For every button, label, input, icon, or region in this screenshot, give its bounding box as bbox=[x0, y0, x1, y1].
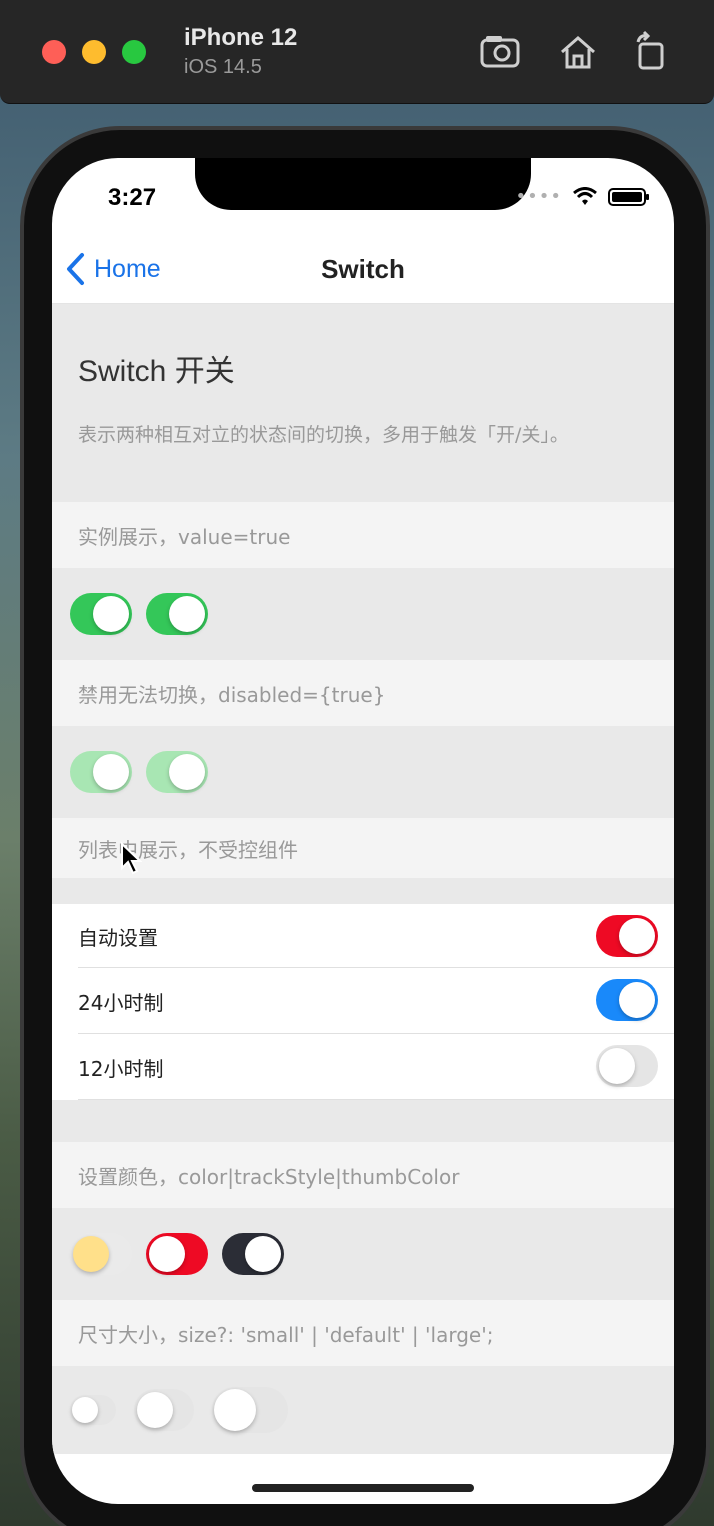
navigation-bar: Home Switch bbox=[52, 238, 674, 304]
switch-basic-2[interactable] bbox=[146, 593, 208, 635]
simulator-device-name: iPhone 12 bbox=[184, 24, 298, 51]
hero-title: Switch 开关 bbox=[78, 355, 235, 388]
switch-size-default[interactable] bbox=[134, 1389, 194, 1431]
rotate-icon[interactable] bbox=[630, 30, 674, 74]
simulator-os-version: iOS 14.5 bbox=[184, 56, 262, 78]
section-label-basic: 实例展示，value=true bbox=[52, 502, 674, 568]
home-icon[interactable] bbox=[556, 30, 600, 74]
switch-24-hour[interactable] bbox=[596, 979, 658, 1021]
signal-icon: •••• bbox=[515, 186, 562, 207]
list-item: 24小时制 bbox=[52, 968, 674, 1034]
demo-row-size bbox=[52, 1366, 674, 1454]
zoom-window-button[interactable] bbox=[122, 40, 146, 64]
list-item-label: 12小时制 bbox=[78, 1056, 164, 1081]
section-label-list: 列表中展示，不受控组件 bbox=[52, 818, 674, 878]
screenshot-icon[interactable] bbox=[478, 30, 522, 74]
section-label-disabled: 禁用无法切换，disabled={true} bbox=[52, 660, 674, 726]
section-label-size: 尺寸大小，size?: 'small' | 'default' | 'large… bbox=[52, 1300, 674, 1366]
section-label-color: 设置颜色，color|trackStyle|thumbColor bbox=[52, 1142, 674, 1208]
close-window-button[interactable] bbox=[42, 40, 66, 64]
notch bbox=[195, 158, 531, 210]
list-bottom-spacer bbox=[52, 1100, 674, 1142]
switch-size-small[interactable] bbox=[70, 1395, 116, 1425]
switch-12-hour[interactable] bbox=[596, 1045, 658, 1087]
switch-disabled-2 bbox=[146, 751, 208, 793]
switch-color-yellow[interactable] bbox=[70, 1233, 132, 1275]
list-spacer bbox=[52, 878, 674, 904]
switch-auto-setting[interactable] bbox=[596, 915, 658, 957]
minimize-window-button[interactable] bbox=[82, 40, 106, 64]
switch-size-large[interactable] bbox=[212, 1387, 288, 1433]
hero-section: Switch 开关 表示两种相互对立的状态间的切换，多用于触发「开/关」。 bbox=[52, 304, 674, 502]
demo-row-disabled bbox=[52, 726, 674, 818]
switch-basic-1[interactable] bbox=[70, 593, 132, 635]
mouse-cursor-icon bbox=[121, 842, 142, 875]
demo-row-basic bbox=[52, 568, 674, 660]
status-indicators: •••• bbox=[515, 186, 649, 207]
list-item-label: 自动设置 bbox=[78, 925, 158, 950]
wifi-icon bbox=[573, 186, 597, 205]
hero-description: 表示两种相互对立的状态间的切换，多用于触发「开/关」。 bbox=[78, 424, 569, 446]
list-item: 自动设置 bbox=[52, 904, 674, 968]
phone-screen: 3:27 •••• Home Switch Switch 开关 表示两种相互对立… bbox=[52, 158, 674, 1504]
settings-list: 自动设置 24小时制 12小时制 bbox=[52, 904, 674, 1100]
home-indicator[interactable] bbox=[252, 1484, 474, 1492]
demo-row-color bbox=[52, 1208, 674, 1300]
switch-color-dark[interactable] bbox=[222, 1233, 284, 1275]
simulator-title-bar: iPhone 12 iOS 14.5 bbox=[0, 0, 714, 104]
list-item-label: 24小时制 bbox=[78, 990, 164, 1015]
list-item: 12小时制 bbox=[52, 1034, 674, 1100]
page-title: Switch bbox=[321, 254, 405, 284]
battery-icon bbox=[608, 187, 649, 206]
switch-disabled-1 bbox=[70, 751, 132, 793]
status-time: 3:27 bbox=[108, 184, 157, 211]
page-content: Switch 开关 表示两种相互对立的状态间的切换，多用于触发「开/关」。 实例… bbox=[52, 304, 674, 1454]
switch-color-red[interactable] bbox=[146, 1233, 208, 1275]
